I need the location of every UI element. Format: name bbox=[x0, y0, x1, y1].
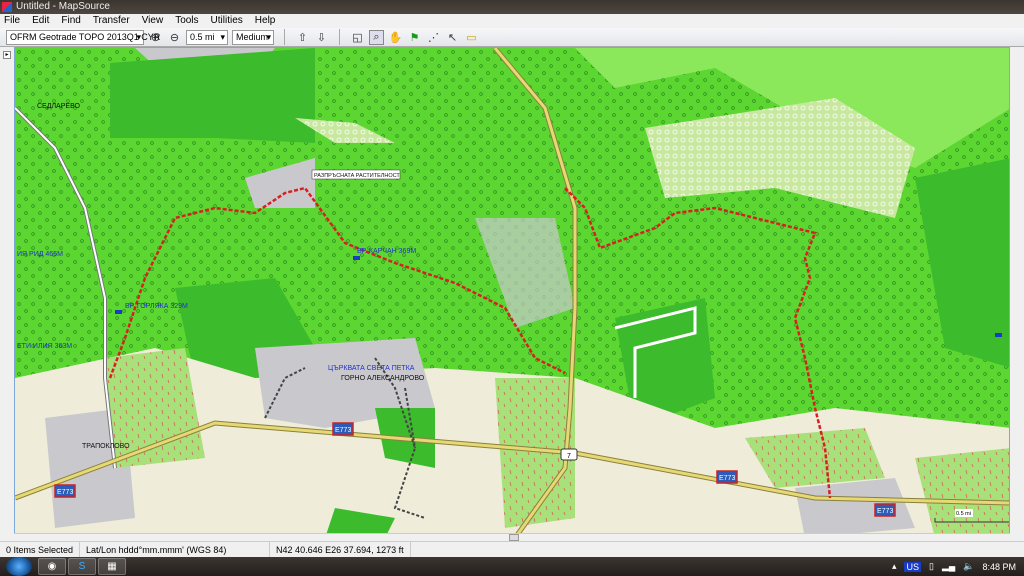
road-shield: E773 bbox=[716, 470, 738, 484]
power-icon[interactable]: ▯ bbox=[929, 561, 934, 572]
place-label: ТРАПОКЛОВО bbox=[82, 443, 130, 450]
clock[interactable]: 8:48 PM bbox=[982, 562, 1016, 572]
summit-icon bbox=[353, 256, 360, 260]
place-label: СЕДЛАРЕВО bbox=[37, 103, 81, 110]
window-title: Untitled - MapSource bbox=[16, 1, 110, 12]
show-hidden-icons[interactable]: ▴ bbox=[892, 561, 897, 572]
send-to-device-icon[interactable]: ⇩ bbox=[314, 30, 329, 45]
menu-transfer[interactable]: Transfer bbox=[93, 14, 130, 28]
zoom-out-icon[interactable]: ⊖ bbox=[167, 30, 182, 45]
left-panel-gutter: ▸ bbox=[0, 47, 14, 541]
taskbar: ◉ S ▦ ▴ US ▯ ▂▄ 🔈 8:48 PM bbox=[0, 557, 1024, 576]
peak-label: ВР. ГОРЛЯКА 329М bbox=[125, 303, 188, 310]
volume-icon[interactable]: 🔈 bbox=[963, 561, 974, 572]
svg-text:E773: E773 bbox=[335, 427, 351, 434]
mapsource-taskbar-icon[interactable]: ▦ bbox=[98, 558, 126, 575]
hand-tool-icon[interactable]: ✋ bbox=[388, 30, 403, 45]
vertical-scrollbar[interactable] bbox=[1010, 47, 1024, 541]
cursor-position: N42 40.646 E26 37.694, 1273 ft bbox=[270, 542, 411, 557]
detail-select[interactable]: Medium bbox=[232, 29, 274, 45]
menu-file[interactable]: File bbox=[4, 14, 20, 28]
horizontal-scrollbar[interactable] bbox=[14, 533, 1010, 541]
language-indicator[interactable]: US bbox=[904, 561, 921, 572]
road-shield: E773 bbox=[874, 503, 896, 517]
app-icon bbox=[2, 2, 12, 12]
waypoint-tool-icon[interactable]: ⚑ bbox=[407, 30, 422, 45]
map-tool-icon[interactable]: ◱ bbox=[350, 30, 365, 45]
road-number-shield: 7 bbox=[560, 448, 578, 461]
summit-icon bbox=[995, 333, 1002, 337]
menu-tools[interactable]: Tools bbox=[175, 14, 198, 28]
selection-count: 0 Items Selected bbox=[0, 542, 81, 557]
menu-help[interactable]: Help bbox=[255, 14, 276, 28]
receive-from-device-icon[interactable]: ⇧ bbox=[295, 30, 310, 45]
status-bar: 0 Items Selected Lat/Lon hddd°mm.mmm' (W… bbox=[0, 541, 1024, 557]
scrollbar-thumb[interactable] bbox=[509, 534, 519, 541]
svg-text:0.5 mi: 0.5 mi bbox=[956, 511, 971, 517]
settlement-area bbox=[795, 478, 915, 536]
dense-forest bbox=[110, 48, 315, 143]
toolbar: OFRM Geotrade TOPO 2013Q1 CYR ⊕ ⊖ 0.5 mi… bbox=[0, 28, 1024, 47]
peak-label: ЕТИ ИЛИЯ 363М bbox=[17, 343, 72, 350]
menu-view[interactable]: View bbox=[142, 14, 164, 28]
scattered-vegetation-label: РАЗПРЪСНАТА РАСТИТЕЛНОСТ bbox=[314, 173, 400, 179]
zoom-tool-icon[interactable]: ⌕ bbox=[369, 29, 384, 45]
title-bar: Untitled - MapSource bbox=[0, 0, 1024, 14]
separator bbox=[284, 29, 285, 45]
road-shield: E773 bbox=[332, 422, 354, 436]
start-button[interactable] bbox=[6, 557, 32, 576]
place-label: ГОРНО АЛЕКСАНДРОВО bbox=[341, 375, 425, 382]
network-icon[interactable]: ▂▄ bbox=[942, 561, 955, 572]
svg-text:E773: E773 bbox=[719, 475, 735, 482]
map-product-select[interactable]: OFRM Geotrade TOPO 2013Q1 CYR bbox=[6, 29, 160, 45]
peak-label: ИЯ РИД 465М bbox=[17, 251, 63, 258]
position-format: Lat/Lon hddd°mm.mmm' (WGS 84) bbox=[80, 542, 271, 557]
selection-tool-icon[interactable]: ↖ bbox=[445, 30, 460, 45]
svg-text:E773: E773 bbox=[877, 508, 893, 515]
summit-icon bbox=[115, 310, 122, 314]
menu-utilities[interactable]: Utilities bbox=[211, 14, 243, 28]
svg-text:E773: E773 bbox=[57, 489, 73, 496]
map-view[interactable]: РАЗПРЪСНАТА РАСТИТЕЛНОСТ СЕДЛАРЕВО ИЯ РИ… bbox=[14, 47, 1010, 537]
skype-taskbar-icon[interactable]: S bbox=[68, 558, 96, 575]
road-shield: E773 bbox=[54, 484, 76, 498]
route-tool-icon[interactable]: ⋰ bbox=[426, 30, 441, 45]
separator bbox=[339, 29, 340, 45]
svg-text:7: 7 bbox=[567, 453, 571, 460]
menu-bar: File Edit Find Transfer View Tools Utili… bbox=[0, 14, 1024, 28]
poi-label: ЦЪРКВАТА СВЕТА ПЕТКА bbox=[328, 365, 415, 372]
measure-distance-icon[interactable]: ▭ bbox=[464, 30, 479, 45]
menu-edit[interactable]: Edit bbox=[32, 14, 49, 28]
chrome-taskbar-icon[interactable]: ◉ bbox=[38, 558, 66, 575]
zoom-scale-select[interactable]: 0.5 mi bbox=[186, 29, 228, 45]
peak-label: ВР. КАРЧАН 369М bbox=[357, 248, 416, 255]
system-tray: ▴ US ▯ ▂▄ 🔈 8:48 PM bbox=[892, 557, 1016, 576]
expand-panel-button[interactable]: ▸ bbox=[3, 51, 11, 59]
menu-find[interactable]: Find bbox=[61, 14, 80, 28]
